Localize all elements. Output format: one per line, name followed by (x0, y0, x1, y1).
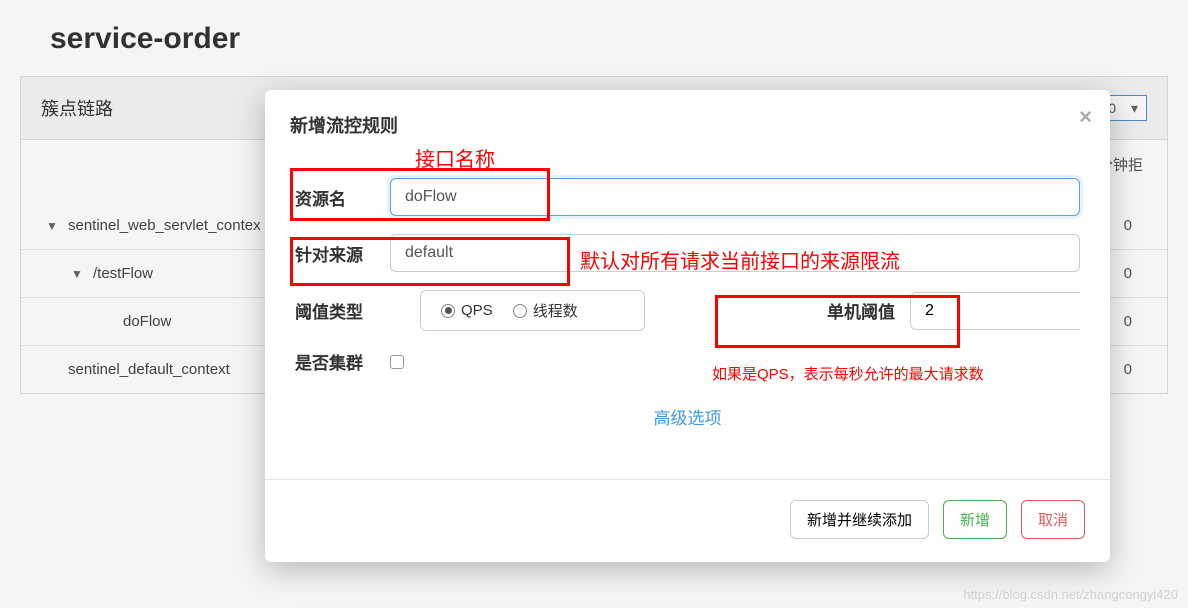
radio-threads-label: 线程数 (533, 300, 578, 321)
single-threshold-label: 单机阈值 (827, 298, 895, 323)
radio-checked-icon (441, 304, 455, 318)
cluster-checkbox[interactable] (390, 355, 404, 369)
watermark: https://blog.csdn.net/zhangcongyi420 (963, 587, 1178, 602)
advanced-options-link[interactable]: 高级选项 (654, 409, 722, 428)
cancel-button[interactable]: 取消 (1021, 500, 1085, 539)
source-input[interactable] (390, 234, 1080, 272)
add-continue-button[interactable]: 新增并继续添加 (790, 500, 929, 539)
radio-qps[interactable]: QPS (441, 302, 493, 319)
modal-footer: 新增并继续添加 新增 取消 (265, 479, 1110, 544)
threshold-type-radio-group: QPS 线程数 (420, 290, 645, 331)
cluster-label: 是否集群 (295, 349, 390, 374)
radio-threads[interactable]: 线程数 (513, 300, 578, 321)
radio-unchecked-icon (513, 304, 527, 318)
threshold-input[interactable] (910, 292, 1080, 330)
radio-qps-label: QPS (461, 302, 493, 319)
add-button[interactable]: 新增 (943, 500, 1007, 539)
close-icon[interactable]: × (1079, 104, 1092, 130)
resource-input[interactable] (390, 178, 1080, 216)
threshold-type-label: 阈值类型 (295, 298, 390, 323)
resource-label: 资源名 (295, 185, 390, 210)
modal-add-flow-rule: × 新增流控规则 资源名 针对来源 阈值类型 QPS 线程数 (265, 90, 1110, 562)
modal-title: 新增流控规则 (265, 90, 1110, 150)
source-label: 针对来源 (295, 241, 390, 266)
